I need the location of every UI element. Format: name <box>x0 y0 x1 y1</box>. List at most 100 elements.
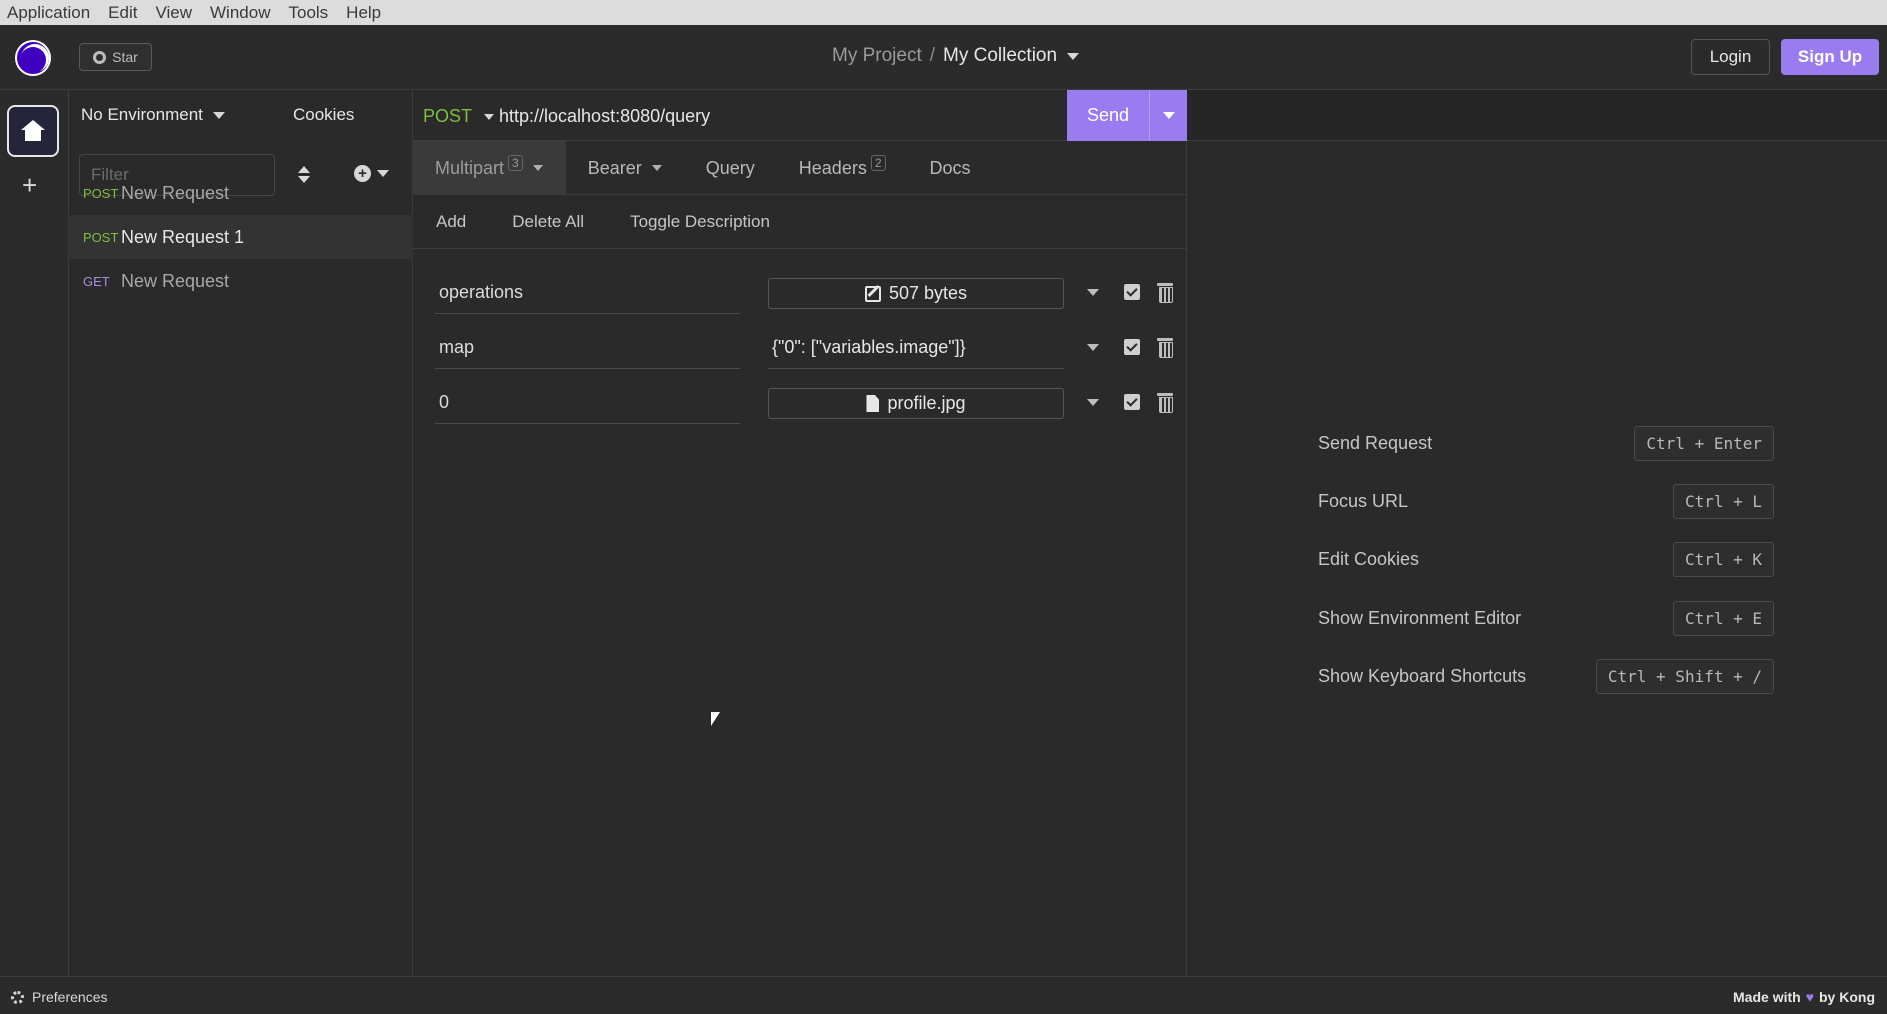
add-param-button[interactable]: Add <box>436 212 466 232</box>
preferences-button[interactable]: Preferences <box>11 989 107 1005</box>
menu-tools[interactable]: Tools <box>288 3 328 23</box>
preferences-label: Preferences <box>32 989 108 1005</box>
menu-edit[interactable]: Edit <box>108 3 137 23</box>
tab-multipart[interactable]: Multipart 3 <box>413 141 566 195</box>
heart-icon: ♥ <box>1805 989 1814 1005</box>
menu-window[interactable]: Window <box>210 3 270 23</box>
send-chevron-down-icon <box>1162 112 1175 119</box>
request-item[interactable]: GET New Request <box>69 259 413 303</box>
tab-headers[interactable]: Headers 2 <box>777 141 908 195</box>
github-icon <box>93 50 107 64</box>
request-name: New Request <box>121 270 230 291</box>
cookies-button[interactable]: Cookies <box>293 105 354 125</box>
trash-icon[interactable] <box>1157 393 1173 413</box>
menu-application[interactable]: Application <box>7 3 90 23</box>
method-chevron-down-icon <box>484 113 495 120</box>
shortcut-keys: Ctrl + E <box>1672 600 1774 636</box>
url-input[interactable]: http://localhost:8080/query <box>499 106 710 127</box>
shortcut-row: Focus URL Ctrl + L <box>1318 483 1774 519</box>
home-button[interactable] <box>7 105 59 157</box>
trash-icon[interactable] <box>1157 338 1173 358</box>
environment-label: No Environment <box>81 105 203 124</box>
shortcut-keys: Ctrl + L <box>1672 483 1774 519</box>
by-kong-label: by Kong <box>1819 989 1875 1005</box>
param-key-input[interactable]: operations <box>435 274 740 314</box>
shortcut-row: Edit Cookies Ctrl + K <box>1318 541 1774 577</box>
param-value-edit-button[interactable]: 507 bytes <box>768 278 1064 309</box>
param-enabled-checkbox[interactable] <box>1124 394 1140 410</box>
gear-icon <box>11 990 24 1004</box>
app-header: Star My Project / My Collection Login Si… <box>0 25 1887 90</box>
made-with-kong[interactable]: Made with ♥ by Kong <box>1733 989 1875 1005</box>
toggle-description-button[interactable]: Toggle Description <box>630 212 770 232</box>
response-pane: Send Request Ctrl + Enter Focus URL Ctrl… <box>1187 90 1887 976</box>
param-value: 507 bytes <box>888 283 968 303</box>
shortcut-row: Show Environment Editor Ctrl + E <box>1318 600 1774 636</box>
tab-bearer[interactable]: Bearer <box>566 141 684 195</box>
shortcut-keys: Ctrl + K <box>1672 541 1774 577</box>
param-enabled-checkbox[interactable] <box>1124 284 1140 300</box>
breadcrumb-collection[interactable]: My Collection <box>943 45 1057 67</box>
request-item[interactable]: POST New Request <box>69 171 413 215</box>
request-method: GET <box>83 273 110 289</box>
left-rail: + <box>0 90 69 976</box>
tab-docs[interactable]: Docs <box>908 141 993 195</box>
mouse-cursor-icon <box>711 712 720 726</box>
tab-chevron-down-icon <box>651 165 662 171</box>
param-row: 0 profile.jpg <box>435 384 1175 424</box>
request-item-active[interactable]: POST New Request 1 <box>69 215 413 259</box>
edit-icon <box>864 285 881 302</box>
param-enabled-checkbox[interactable] <box>1124 339 1140 355</box>
app-logo-icon[interactable] <box>15 40 51 76</box>
method-selector[interactable]: POST <box>423 106 495 127</box>
environment-chevron-down-icon <box>212 111 225 119</box>
param-value-input[interactable]: {"0": ["variables.image"]} <box>768 329 1064 369</box>
tab-chevron-down-icon <box>532 165 543 171</box>
file-icon <box>866 395 880 412</box>
request-name: New Request 1 <box>121 226 245 247</box>
request-method: POST <box>83 229 119 245</box>
tab-badge: 2 <box>870 155 886 171</box>
environment-selector[interactable]: No Environment <box>81 105 225 125</box>
send-button[interactable]: Send <box>1067 90 1187 141</box>
collection-chevron-down-icon[interactable] <box>1067 52 1080 60</box>
breadcrumb-project[interactable]: My Project <box>832 45 922 67</box>
add-workspace-plus-icon[interactable]: + <box>22 172 37 198</box>
url-bar: POST http://localhost:8080/query Send <box>413 90 1187 141</box>
param-type-chevron-down-icon[interactable] <box>1087 399 1099 406</box>
signup-button[interactable]: Sign Up <box>1781 39 1879 75</box>
shortcut-label: Edit Cookies <box>1318 548 1420 569</box>
breadcrumb: My Project / My Collection <box>832 45 1080 67</box>
send-label: Send <box>1086 105 1130 125</box>
param-key-input[interactable]: 0 <box>435 384 740 424</box>
shortcut-label: Send Request <box>1318 432 1433 453</box>
star-label: Star <box>112 49 138 65</box>
shortcut-keys: Ctrl + Enter <box>1634 425 1774 461</box>
delete-all-button[interactable]: Delete All <box>512 212 584 232</box>
param-row: map {"0": ["variables.image"]} <box>435 329 1175 369</box>
tab-label: Bearer <box>587 157 642 178</box>
param-type-chevron-down-icon[interactable] <box>1087 289 1099 296</box>
made-with-label: Made with <box>1733 989 1801 1005</box>
param-type-chevron-down-icon[interactable] <box>1087 344 1099 351</box>
request-name: New Request <box>121 182 230 203</box>
tab-label: Query <box>705 157 755 178</box>
menu-help[interactable]: Help <box>346 3 381 23</box>
multipart-actions: Add Delete All Toggle Description <box>413 195 1187 249</box>
shortcut-row: Send Request Ctrl + Enter <box>1318 425 1774 461</box>
param-file-button[interactable]: profile.jpg <box>768 388 1064 419</box>
tab-label: Docs <box>929 157 971 178</box>
param-key-input[interactable]: map <box>435 329 740 369</box>
tab-label: Headers <box>798 157 867 178</box>
login-button[interactable]: Login <box>1691 39 1770 75</box>
trash-icon[interactable] <box>1157 283 1173 303</box>
shortcut-label: Focus URL <box>1318 490 1409 511</box>
send-options-button[interactable] <box>1149 90 1187 141</box>
menu-view[interactable]: View <box>155 3 192 23</box>
tab-query[interactable]: Query <box>684 141 777 195</box>
response-header-bar <box>1187 90 1887 141</box>
shortcut-keys: Ctrl + Shift + / <box>1595 658 1774 694</box>
tab-badge: 3 <box>508 155 523 171</box>
home-icon <box>21 120 45 142</box>
github-star-button[interactable]: Star <box>79 43 152 71</box>
